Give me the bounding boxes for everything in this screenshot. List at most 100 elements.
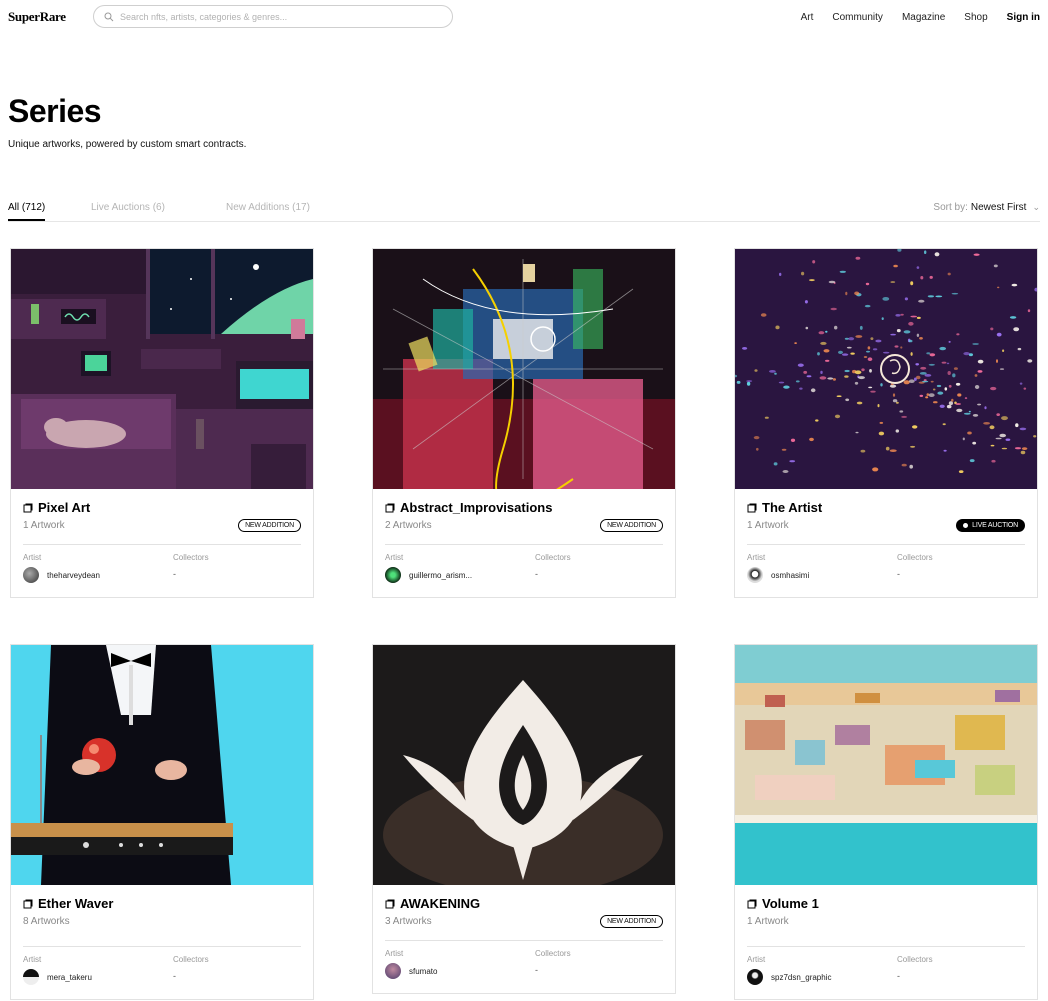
tab-all[interactable]: All (712)	[8, 202, 46, 221]
avatar[interactable]	[23, 969, 39, 985]
abstract-artwork	[373, 249, 675, 489]
series-card[interactable]: Ether Waver 8 Artworks Artist mera_taker…	[10, 644, 314, 1000]
particle	[778, 381, 785, 384]
series-name[interactable]: The Artist	[762, 500, 822, 515]
particle	[756, 447, 759, 451]
artist-name[interactable]: spz7dsn_graphic	[771, 973, 831, 982]
nav-community[interactable]: Community	[832, 12, 883, 23]
particle	[838, 350, 843, 354]
avatar[interactable]	[747, 969, 763, 985]
series-name[interactable]: Ether Waver	[38, 896, 113, 911]
particle	[804, 300, 808, 304]
avatar[interactable]	[385, 963, 401, 979]
sort-dropdown[interactable]: Sort by: Newest First ⌄	[933, 202, 1040, 213]
avatar[interactable]	[385, 567, 401, 583]
search-input[interactable]	[120, 11, 420, 22]
collectors-label: Collectors	[173, 553, 209, 562]
particle	[820, 341, 827, 345]
nav-magazine[interactable]: Magazine	[902, 12, 945, 23]
particle	[956, 333, 960, 336]
particle	[946, 362, 950, 365]
particle	[955, 382, 961, 386]
particle	[809, 279, 815, 282]
series-name[interactable]: Volume 1	[762, 896, 819, 911]
logo[interactable]: SuperRare	[8, 9, 66, 25]
particle	[865, 282, 870, 286]
series-name[interactable]: Abstract_Improvisations	[400, 500, 552, 515]
particle	[867, 346, 871, 350]
particle	[1005, 438, 1011, 441]
avatar[interactable]	[23, 567, 39, 583]
particle	[995, 437, 1002, 440]
series-icon	[747, 503, 757, 512]
particle	[823, 349, 830, 353]
particle	[806, 375, 812, 378]
particle	[846, 346, 852, 349]
particle	[1033, 435, 1037, 438]
series-icon	[385, 503, 395, 512]
particle	[893, 264, 898, 268]
particle	[845, 291, 848, 296]
particle	[803, 370, 808, 374]
particle	[930, 380, 934, 383]
particle	[910, 315, 917, 318]
particle	[932, 388, 936, 391]
particle	[996, 332, 1002, 337]
particle	[809, 437, 814, 442]
sign-in-link[interactable]: Sign in	[1007, 12, 1040, 23]
nav-shop[interactable]: Shop	[964, 12, 987, 23]
particle	[783, 385, 790, 389]
particle	[875, 339, 882, 343]
series-artwork-image[interactable]	[735, 249, 1037, 489]
collectors-label: Collectors	[173, 955, 209, 964]
particle	[815, 419, 819, 422]
series-card[interactable]: Pixel Art 1 Artwork NEW ADDITION Artist …	[10, 248, 314, 598]
series-artwork-image[interactable]	[373, 645, 675, 885]
particle	[855, 256, 861, 260]
card-divider	[23, 544, 301, 545]
live-dot-icon	[963, 522, 969, 528]
particle	[951, 292, 959, 295]
particle	[890, 281, 896, 283]
particle	[781, 448, 787, 451]
series-name[interactable]: Pixel Art	[38, 500, 90, 515]
series-card[interactable]: Volume 1 1 Artwork Artist spz7dsn_graphi…	[734, 644, 1038, 1000]
artist-name[interactable]: sfumato	[409, 967, 437, 976]
particle	[947, 371, 951, 375]
search-bar[interactable]	[93, 5, 453, 28]
particle	[1014, 447, 1022, 450]
particle	[773, 462, 778, 466]
series-card[interactable]: The Artist 1 Artwork LIVE AUCTION Artist…	[734, 248, 1038, 598]
series-name[interactable]: AWAKENING	[400, 896, 480, 911]
artist-name[interactable]: mera_takeru	[47, 973, 92, 982]
particle	[916, 266, 920, 269]
series-artwork-image[interactable]	[11, 645, 313, 885]
particle	[972, 441, 977, 445]
artist-name[interactable]: osmhasimi	[771, 571, 809, 580]
series-card[interactable]: AWAKENING 3 Artworks NEW ADDITION Artist…	[372, 644, 676, 994]
avatar[interactable]	[747, 567, 763, 583]
particle	[794, 342, 797, 344]
artist-label: Artist	[747, 955, 766, 964]
series-artwork-image[interactable]	[11, 249, 313, 489]
series-artwork-image[interactable]	[735, 645, 1037, 885]
tab-live-auctions[interactable]: Live Auctions (6)	[91, 202, 165, 213]
nav-art[interactable]: Art	[801, 12, 814, 23]
top-bar: SuperRare Art Community Magazine Shop Si…	[0, 0, 1048, 34]
particle	[742, 347, 748, 350]
series-artwork-image[interactable]	[373, 249, 675, 489]
particle	[889, 384, 897, 388]
series-card[interactable]: Abstract_Improvisations 2 Artworks NEW A…	[372, 248, 676, 598]
artist-name[interactable]: theharveydean	[47, 571, 100, 580]
artist-name[interactable]: guillermo_arism...	[409, 571, 472, 580]
particle	[900, 346, 903, 349]
particle	[753, 436, 760, 440]
particle	[1017, 347, 1022, 351]
particle	[955, 403, 961, 405]
tab-new-additions[interactable]: New Additions (17)	[226, 202, 310, 213]
particle	[957, 393, 962, 397]
particle	[920, 366, 927, 370]
particle	[963, 412, 971, 415]
particle	[984, 406, 987, 410]
status-badge: NEW ADDITION	[238, 519, 301, 532]
